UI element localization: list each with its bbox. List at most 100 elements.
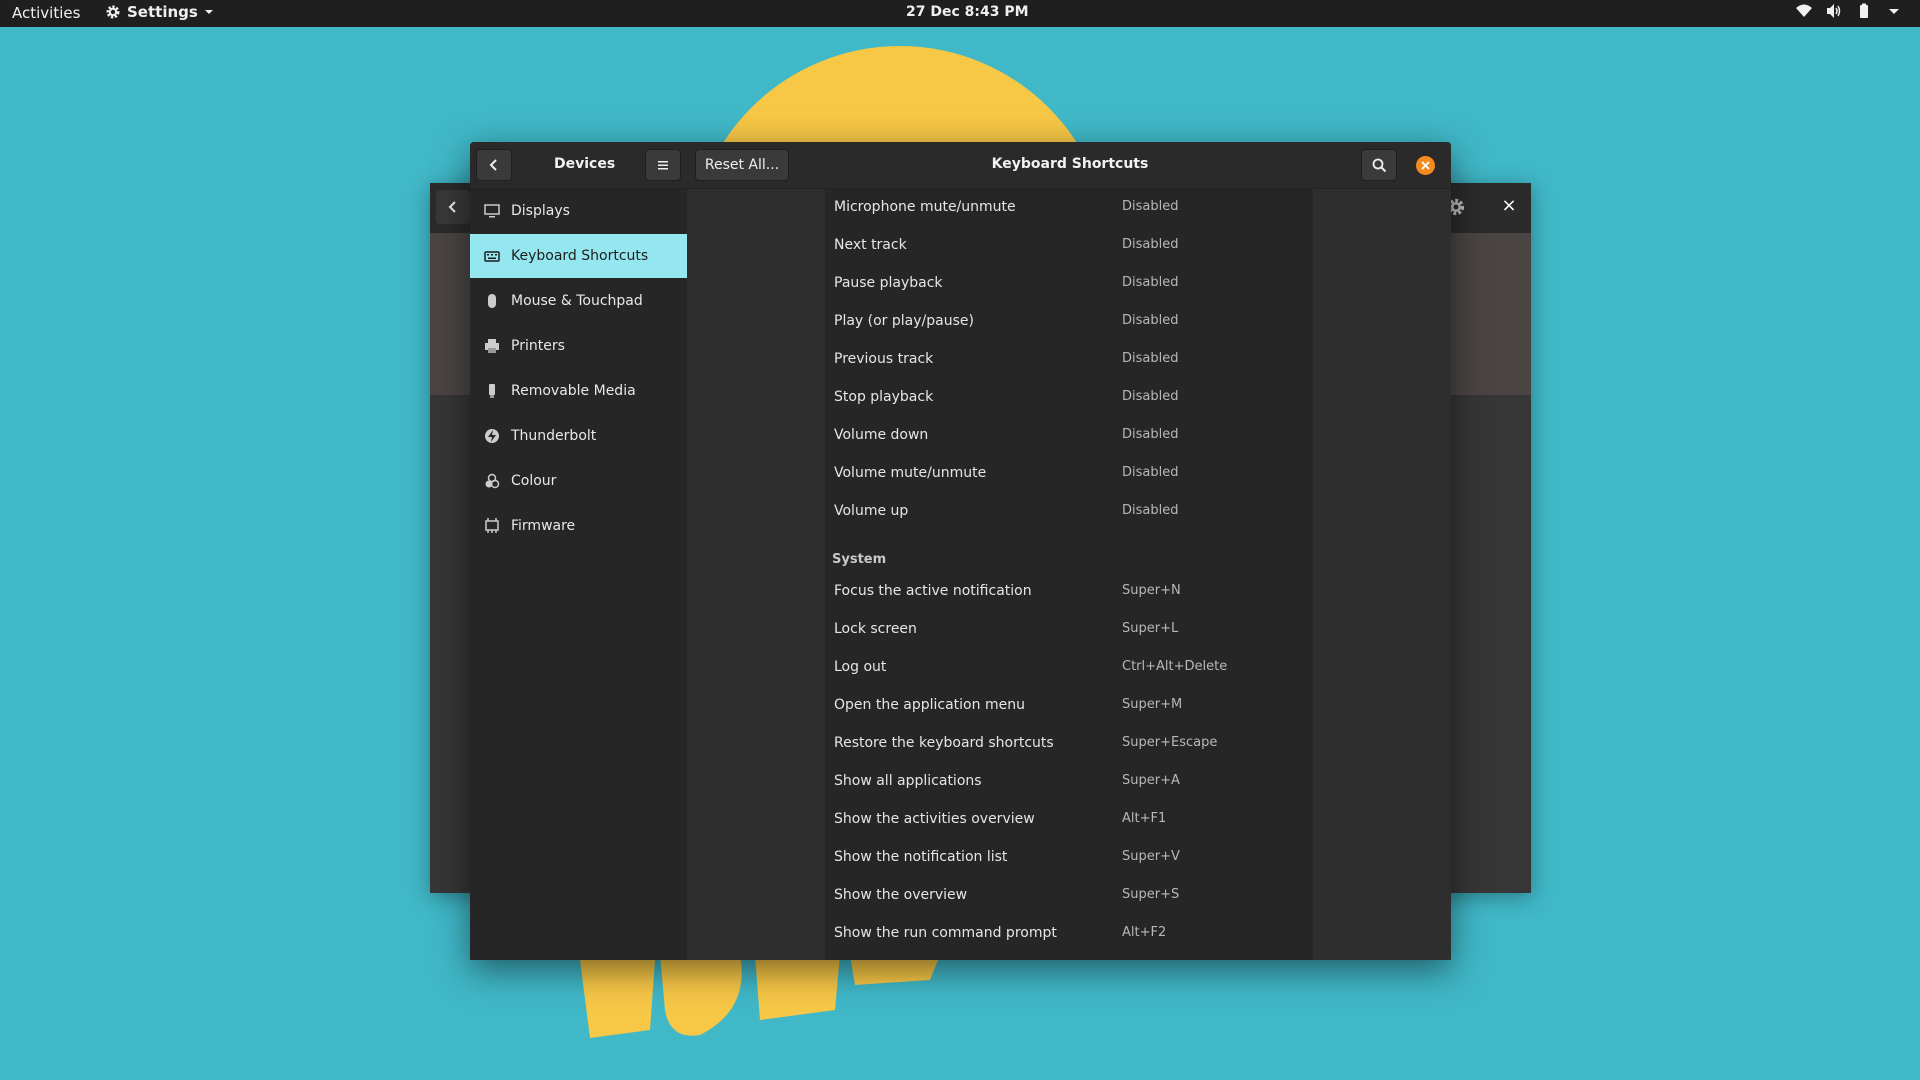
sidebar-item-label: Thunderbolt	[511, 428, 597, 444]
shortcut-accel: Super+N	[1122, 583, 1181, 598]
system-tray[interactable]	[1796, 3, 1902, 19]
activities-button[interactable]: Activities	[12, 4, 80, 22]
shortcut-row[interactable]: Previous track Disabled	[825, 341, 1313, 379]
shortcut-name: Previous track	[834, 351, 934, 367]
shortcut-row[interactable]: Microphone mute/unmute Disabled	[825, 189, 1313, 227]
sidebar-item-thunderbolt[interactable]: Thunderbolt	[470, 414, 687, 458]
search-icon	[1372, 158, 1386, 172]
chevron-down-icon	[204, 10, 213, 14]
shortcut-row[interactable]: Show the overview Super+S	[825, 877, 1313, 915]
sidebar-item-displays[interactable]: Displays	[470, 189, 687, 233]
shortcut-row[interactable]: Lock screen Super+L	[825, 611, 1313, 649]
sidebar-item-firmware[interactable]: Firmware	[470, 504, 687, 548]
settings-window: Devices Reset All... Keyboard Shortcuts …	[470, 142, 1451, 960]
page-title: Keyboard Shortcuts	[991, 156, 1149, 172]
section-title-system: System	[832, 552, 887, 567]
shortcut-row[interactable]: Show the run command prompt Alt+F2	[825, 915, 1313, 953]
sidebar-item-label: Firmware	[511, 518, 576, 534]
sidebar-item-label: Removable Media	[511, 383, 636, 399]
thunderbolt-icon	[485, 429, 499, 443]
chevron-down-icon	[1889, 9, 1899, 14]
content-area: Microphone mute/unmute Disabled Next trac…	[687, 189, 1451, 960]
shortcut-name: Log out	[834, 659, 887, 675]
shortcut-row[interactable]: Next track Disabled	[825, 227, 1313, 265]
clock[interactable]: 27 Dec 8:43 PM	[906, 4, 1029, 20]
sidebar-item-label: Printers	[511, 338, 565, 354]
shortcut-name: Play (or play/pause)	[834, 313, 974, 329]
shortcut-row[interactable]: Volume down Disabled	[825, 417, 1313, 455]
hamburger-icon	[658, 161, 668, 170]
shortcut-accel: Super+Escape	[1122, 735, 1218, 750]
shortcut-accel: Alt+F1	[1122, 811, 1167, 826]
app-menu-label: Settings	[127, 3, 198, 21]
shortcut-row[interactable]: Focus the active notification Super+N	[825, 573, 1313, 611]
shortcut-name: Volume mute/unmute	[834, 465, 987, 481]
shortcut-accel: Disabled	[1122, 503, 1179, 518]
shortcut-accel: Disabled	[1122, 389, 1179, 404]
shortcut-accel: Super+M	[1122, 697, 1183, 712]
display-icon	[484, 204, 500, 218]
sidebar-title: Devices	[554, 156, 616, 172]
shortcut-accel: Disabled	[1122, 199, 1179, 214]
shortcut-row[interactable]: Log out Ctrl+Alt+Delete	[825, 649, 1313, 687]
shortcut-row[interactable]: Open the application menu Super+M	[825, 687, 1313, 725]
gear-icon	[106, 5, 120, 19]
shortcut-accel: Ctrl+Alt+Delete	[1122, 659, 1228, 674]
sidebar-item-label: Colour	[511, 473, 557, 489]
volume-icon	[1827, 4, 1841, 18]
close-icon	[1421, 161, 1430, 170]
shortcut-name: Show the overview	[834, 887, 968, 903]
sidebar-item-label: Keyboard Shortcuts	[511, 248, 649, 264]
background-back-button[interactable]	[436, 190, 470, 224]
shortcut-row[interactable]: Show the activities overview Alt+F1	[825, 801, 1313, 839]
usb-icon	[489, 384, 495, 398]
reset-all-button[interactable]: Reset All...	[695, 149, 789, 181]
sidebar-item-keyboard-shortcuts[interactable]: Keyboard Shortcuts	[470, 234, 687, 278]
back-button[interactable]	[476, 149, 512, 181]
shortcut-row[interactable]: Volume mute/unmute Disabled	[825, 455, 1313, 493]
sidebar-item-removable-media[interactable]: Removable Media	[470, 369, 687, 413]
menu-button[interactable]	[645, 149, 681, 181]
shortcut-row[interactable]: Show the notification list Super+V	[825, 839, 1313, 877]
sidebar-item-printers[interactable]: Printers	[470, 324, 687, 368]
shortcut-name: Pause playback	[834, 275, 943, 291]
shortcut-name: Volume down	[834, 427, 929, 443]
shortcut-accel: Disabled	[1122, 313, 1179, 328]
shortcut-accel: Super+V	[1122, 849, 1180, 864]
printer-icon	[485, 339, 499, 353]
shortcut-row[interactable]: Restore the keyboard shortcuts Super+Esca…	[825, 725, 1313, 763]
shortcut-row[interactable]: Show all applications Super+A	[825, 763, 1313, 801]
sidebar-item-label: Displays	[511, 203, 570, 219]
shortcut-name: Show the run command prompt	[834, 925, 1057, 941]
shortcut-row[interactable]: Stop playback Disabled	[825, 379, 1313, 417]
wallpaper-shapes	[580, 955, 940, 1038]
shortcut-name: Microphone mute/unmute	[834, 199, 1016, 215]
sidebar-item-mouse-touchpad[interactable]: Mouse & Touchpad	[470, 279, 687, 323]
shortcut-name: Stop playback	[834, 389, 934, 405]
wifi-icon	[1796, 4, 1812, 17]
shortcut-name: Show the activities overview	[834, 811, 1035, 827]
background-close-icon[interactable]: ×	[1498, 195, 1520, 217]
shortcut-accel: Disabled	[1122, 427, 1179, 442]
shortcut-row[interactable]: Play (or play/pause) Disabled	[825, 303, 1313, 341]
shortcut-name: Volume up	[834, 503, 909, 519]
close-button[interactable]	[1416, 156, 1435, 175]
shortcut-name: Next track	[834, 237, 907, 253]
shortcut-accel: Disabled	[1122, 275, 1179, 290]
mouse-icon	[488, 294, 496, 308]
shortcut-row[interactable]: Volume up Disabled	[825, 493, 1313, 531]
shortcut-accel: Super+A	[1122, 773, 1180, 788]
firmware-icon	[485, 518, 499, 533]
app-menu[interactable]: Settings	[105, 3, 214, 21]
shortcut-name: Show the notification list	[834, 849, 1008, 865]
sidebar: Displays Keyboard Shortcuts Mouse & Touc…	[470, 189, 687, 960]
colour-icon	[485, 473, 500, 489]
shortcut-accel: Alt+F2	[1122, 925, 1167, 940]
battery-icon	[1860, 3, 1868, 18]
sidebar-item-colour[interactable]: Colour	[470, 459, 687, 503]
search-button[interactable]	[1361, 149, 1397, 181]
shortcut-row[interactable]: Pause playback Disabled	[825, 265, 1313, 303]
shortcut-accel: Disabled	[1122, 351, 1179, 366]
shortcut-accel: Disabled	[1122, 465, 1179, 480]
shortcut-name: Restore the keyboard shortcuts	[834, 735, 1054, 751]
